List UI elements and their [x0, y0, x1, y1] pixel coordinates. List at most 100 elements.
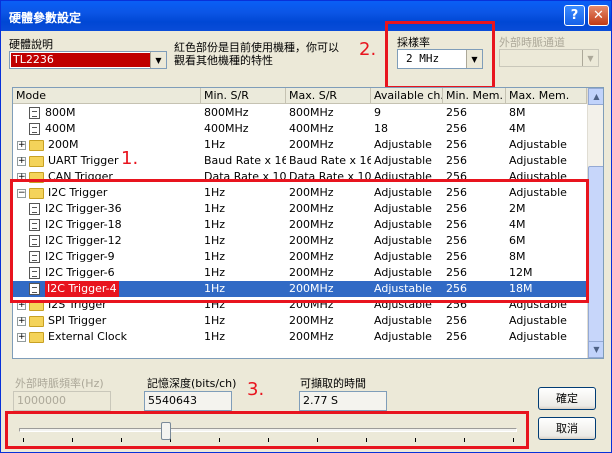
mode-cell: 800M — [13, 105, 201, 121]
list-item[interactable]: 400M 400MHz 400MHz 18 256 4M — [13, 121, 587, 137]
expand-icon[interactable]: + — [17, 156, 26, 166]
slider-tick — [72, 438, 73, 442]
mode-cell: +200M — [13, 137, 201, 153]
ext-freq-label: 外部時脈頻率(Hz) — [15, 377, 104, 390]
table-cell: 256 — [446, 106, 467, 119]
folder-icon — [29, 155, 44, 167]
table-cell: Adjustable — [374, 154, 432, 167]
mode-name: External Clock — [48, 330, 128, 343]
table-cell: 400MHz — [289, 122, 334, 135]
slider-track[interactable] — [19, 428, 517, 432]
table-cell: 400MHz — [204, 122, 249, 135]
table-cell: 256 — [446, 314, 467, 327]
slider-tick — [415, 438, 416, 442]
table-cell: Adjustable — [509, 314, 567, 327]
table-cell: Adjustable — [509, 138, 567, 151]
document-icon — [29, 107, 40, 119]
document-icon — [29, 123, 40, 135]
column-header-3[interactable]: Max. S/R — [286, 88, 371, 104]
hardware-settings-dialog: 硬體參數設定 ? ✕ 硬體說明 TL2236 ▼ 紅色部份是目前使用機種，你可以… — [0, 0, 612, 453]
table-cell: 200MHz — [289, 138, 334, 151]
sample-rate-dropdown[interactable]: 2 MHz ▼ — [397, 49, 483, 69]
table-cell: 18 — [374, 122, 388, 135]
table-cell: 800MHz — [204, 106, 249, 119]
chevron-down-icon[interactable]: ▼ — [150, 52, 166, 68]
list-item[interactable]: + UART Trigger Baud Rate x 16 Baud Rate x 1… — [13, 153, 587, 169]
scroll-up-icon[interactable]: ▲ — [588, 88, 603, 105]
mode-cell: + SPI Trigger — [13, 313, 201, 329]
expand-icon[interactable]: + — [17, 316, 26, 326]
slider-tick — [366, 438, 367, 442]
table-cell: 256 — [446, 138, 467, 151]
table-cell: 4M — [509, 122, 526, 135]
mem-depth-label: 記憶深度(bits/ch) — [147, 377, 237, 390]
table-cell: 800MHz — [289, 106, 334, 119]
slider-thumb[interactable] — [161, 422, 172, 440]
column-header-1[interactable]: Mode — [13, 88, 201, 104]
table-cell: Adjustable — [509, 154, 567, 167]
table-cell: Adjustable — [509, 330, 567, 343]
slider-tick — [513, 438, 514, 442]
table-cell: 200MHz — [289, 314, 334, 327]
chevron-down-icon[interactable]: ▼ — [582, 50, 598, 66]
mode-name: 800M — [45, 106, 76, 119]
column-header-2[interactable]: Min. S/R — [201, 88, 286, 104]
list-item[interactable]: +200M 1Hz 200MHz Adjustable 256 Adjustable — [13, 137, 587, 153]
table-cell: 200MHz — [289, 330, 334, 343]
table-cell: 8M — [509, 106, 526, 119]
list-item[interactable]: + External Clock 1Hz 200MHz Adjustable 256 Adj… — [13, 329, 587, 345]
annotation-1: 1. — [121, 148, 139, 169]
table-cell: 1Hz — [204, 314, 226, 327]
help-button[interactable]: ? — [564, 5, 585, 26]
note-line-2: 觀看其他機種的特性 — [174, 54, 273, 67]
table-cell: Baud Rate x 16 — [204, 154, 286, 167]
ok-button[interactable]: 確定 — [538, 387, 596, 410]
annotation-3: 3. — [247, 379, 265, 400]
slider-tick — [121, 438, 122, 442]
column-header-5[interactable]: Min. Mem. — [443, 88, 506, 104]
folder-icon — [29, 139, 44, 151]
ext-channel-label: 外部時脈通道 — [499, 36, 565, 49]
table-cell: 256 — [446, 122, 467, 135]
column-header-4[interactable]: Available ch. — [371, 88, 443, 104]
slider-tick — [23, 438, 24, 442]
ext-channel-dropdown[interactable]: ▼ — [499, 49, 599, 67]
close-button[interactable]: ✕ — [588, 5, 609, 26]
chevron-down-icon[interactable]: ▼ — [466, 50, 482, 68]
slider-tick — [268, 438, 269, 442]
table-cell: 1Hz — [204, 138, 226, 151]
cancel-button[interactable]: 取消 — [538, 417, 596, 440]
table-cell: Adjustable — [374, 330, 432, 343]
mode-name: 400M — [45, 122, 76, 135]
column-header-6[interactable]: Max. Mem. — [506, 88, 587, 104]
mem-depth-field: 5540643 — [144, 391, 232, 411]
list-item[interactable]: + SPI Trigger 1Hz 200MHz Adjustable 256 Adjust… — [13, 313, 587, 329]
table-cell: Adjustable — [374, 314, 432, 327]
scroll-thumb[interactable] — [588, 166, 603, 342]
hardware-label: 硬體說明 — [9, 38, 53, 51]
list-item[interactable]: 800M 800MHz 800MHz 9 256 8M — [13, 105, 587, 121]
table-cell: 256 — [446, 154, 467, 167]
folder-icon — [29, 315, 44, 327]
mode-cell: + UART Trigger — [13, 153, 201, 169]
table-cell: 256 — [446, 330, 467, 343]
expand-icon[interactable]: + — [17, 140, 26, 150]
mode-name: SPI Trigger — [48, 314, 107, 327]
sample-rate-label: 採樣率 — [397, 36, 430, 49]
window-title: 硬體參數設定 — [9, 11, 82, 25]
sample-rate-value: 2 MHz — [406, 52, 440, 65]
mode-name: 200M — [48, 138, 79, 151]
slider-tick — [464, 438, 465, 442]
vertical-scrollbar[interactable]: ▲ ▼ — [587, 88, 603, 358]
expand-icon[interactable]: + — [17, 332, 26, 342]
slider-tick — [317, 438, 318, 442]
table-cell: Adjustable — [374, 138, 432, 151]
capture-time-label: 可擷取的時間 — [300, 377, 366, 390]
mode-cell: 400M — [13, 121, 201, 137]
mode-name: UART Trigger — [48, 154, 119, 167]
scroll-down-icon[interactable]: ▼ — [588, 341, 603, 358]
ext-freq-field[interactable]: 1000000 — [13, 391, 111, 411]
title-bar[interactable]: 硬體參數設定 ? ✕ — [1, 1, 611, 31]
capture-time-field: 2.77 S — [299, 391, 387, 411]
hardware-dropdown[interactable]: TL2236 ▼ — [9, 51, 167, 69]
